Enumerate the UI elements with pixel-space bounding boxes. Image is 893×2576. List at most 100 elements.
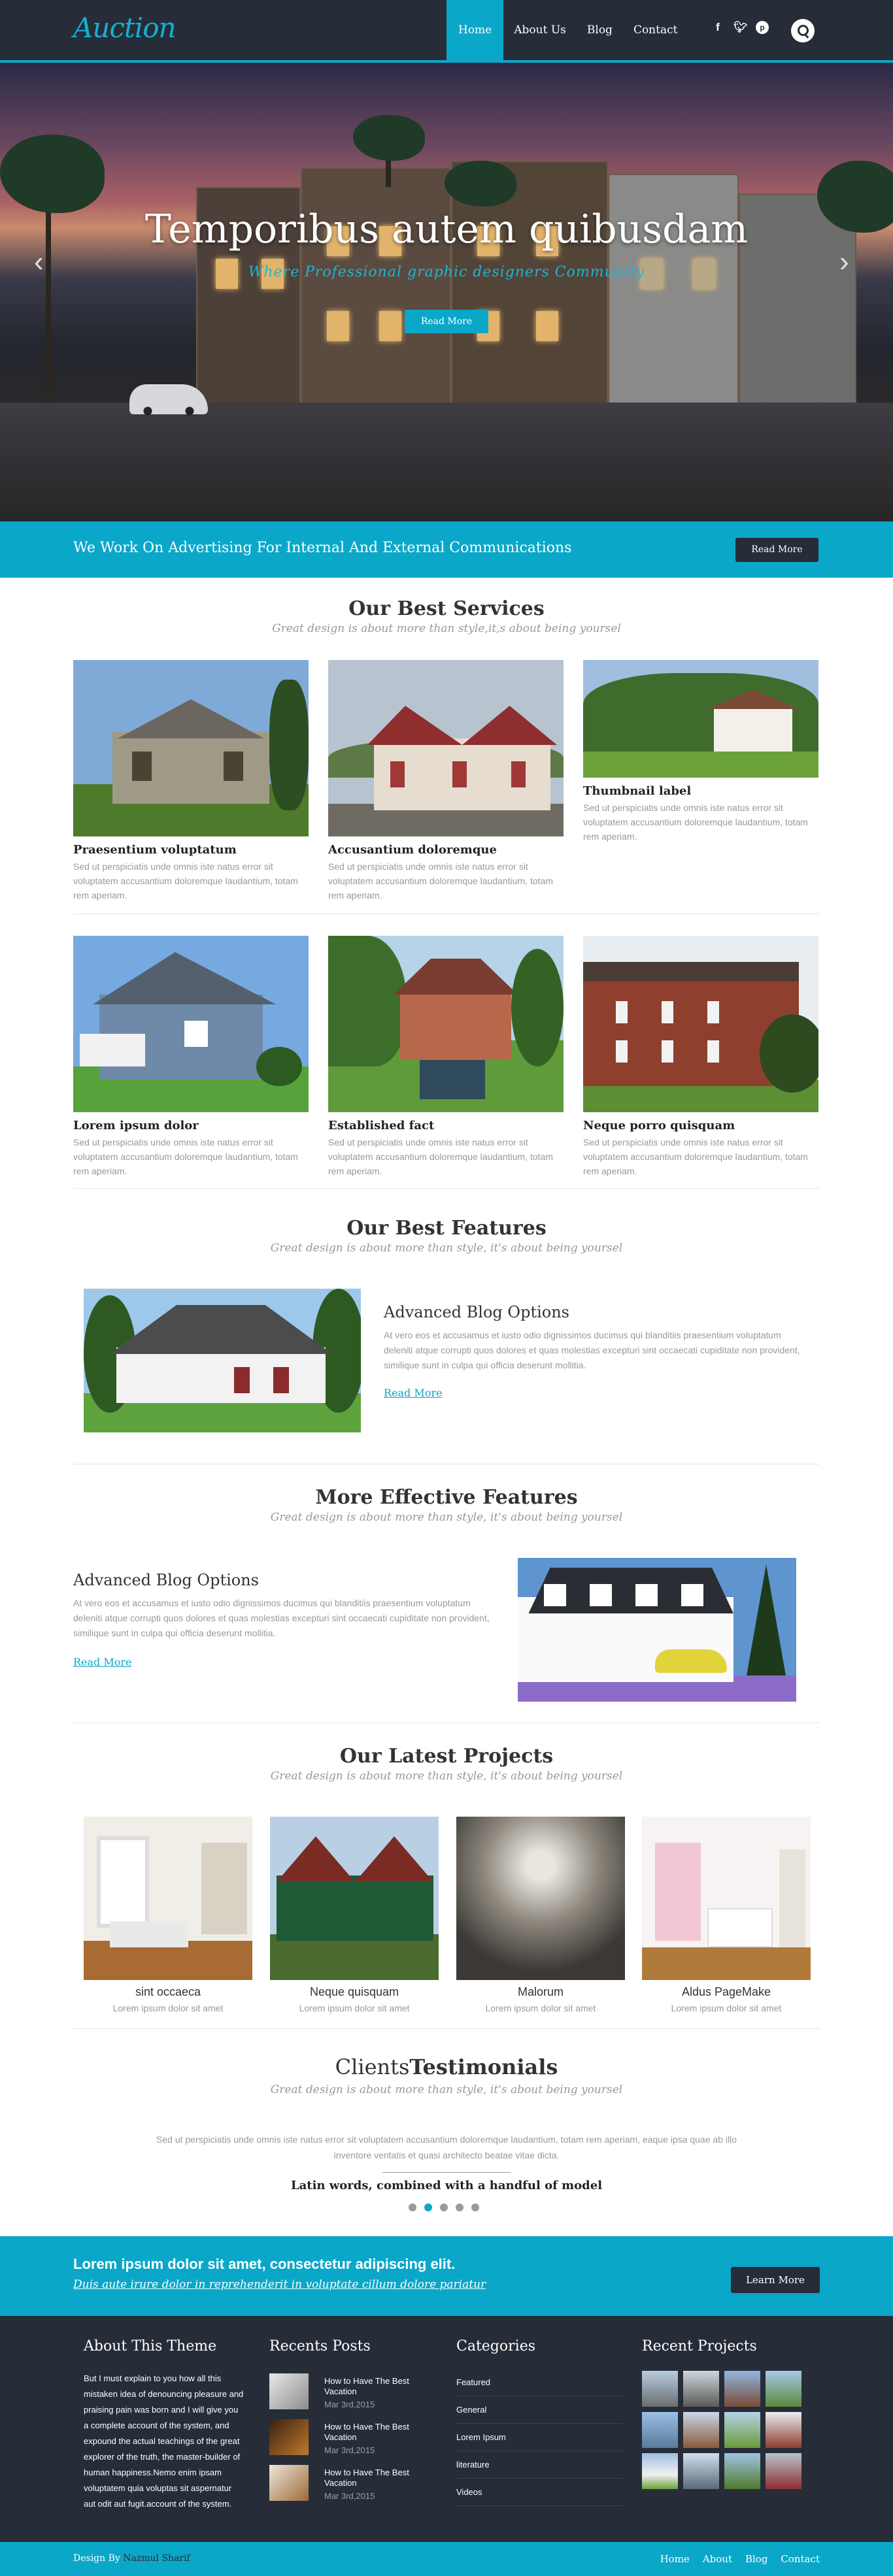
project-thumbnail[interactable] <box>642 2371 678 2407</box>
cta-read-more-button[interactable]: Read More <box>735 538 818 562</box>
effective-read-more-link[interactable]: Read More <box>73 1656 132 1668</box>
project-thumbnail[interactable] <box>683 2371 719 2407</box>
project-desc: Lorem ipsum dolor sit amet <box>112 2003 224 2013</box>
project-thumbnail[interactable] <box>642 2412 678 2448</box>
service-desc: Sed ut perspiciatis unde omnis iste natu… <box>328 861 553 900</box>
testimonials-subtitle: Great design is about more than style, i… <box>270 2083 623 2096</box>
hero-building <box>301 167 451 409</box>
carousel-dot[interactable] <box>409 2204 416 2211</box>
post-title[interactable]: How to Have The Best Vacation <box>324 2468 435 2488</box>
logo[interactable]: Auction <box>73 12 177 44</box>
project-thumbnail[interactable] <box>766 2453 801 2489</box>
hero-car <box>129 384 208 416</box>
facebook-icon[interactable]: f <box>711 21 724 34</box>
project-thumbnail[interactable] <box>724 2412 760 2448</box>
slider-prev-icon[interactable]: ‹ <box>34 246 54 278</box>
nav-home[interactable]: Home <box>446 0 504 60</box>
service-desc: Sed ut perspiciatis unde omnis iste natu… <box>328 1137 553 1176</box>
palm-tree <box>353 115 425 161</box>
divider <box>73 1188 820 1189</box>
slider-next-icon[interactable]: › <box>839 246 859 278</box>
recent-post[interactable]: How to Have The Best Vacation Mar 3rd,20… <box>269 2419 439 2458</box>
service-card[interactable]: Established fact Sed ut perspiciatis und… <box>328 936 564 1178</box>
footer-nav-home[interactable]: Home <box>660 2553 690 2565</box>
category-link[interactable]: Lorem Ipsum <box>456 2432 622 2451</box>
carousel-dot[interactable] <box>440 2204 448 2211</box>
project-card[interactable]: Aldus PageMake Lorem ipsum dolor sit ame… <box>642 1817 811 2013</box>
project-thumbnail[interactable] <box>766 2412 801 2448</box>
effective-title: More Effective Features <box>315 1486 578 1509</box>
hero-read-more-button[interactable]: Read More <box>405 310 488 333</box>
recent-projects-grid <box>642 2371 812 2489</box>
footer-nav: Home About Blog Contact <box>660 2553 820 2565</box>
service-title: Lorem ipsum dolor <box>73 1119 199 1132</box>
project-thumbnail[interactable] <box>724 2371 760 2407</box>
post-title[interactable]: How to Have The Best Vacation <box>324 2376 435 2397</box>
service-desc: Sed ut perspiciatis unde omnis iste natu… <box>583 802 808 842</box>
hero-title: Temporibus autem quibusdam <box>144 206 749 252</box>
recent-post[interactable]: How to Have The Best Vacation Mar 3rd,20… <box>269 2373 439 2413</box>
category-link[interactable]: General <box>456 2405 622 2424</box>
credit-name-link[interactable]: Nazmul Sharif <box>123 2553 190 2564</box>
carousel-dot[interactable] <box>471 2204 479 2211</box>
twitter-icon[interactable]: 🐦︎ <box>733 21 748 34</box>
nav-contact[interactable]: Contact <box>623 0 688 60</box>
learn-more-button[interactable]: Learn More <box>731 2267 820 2293</box>
service-title: Accusantium doloremque <box>328 843 497 857</box>
service-card[interactable]: Lorem ipsum dolor Sed ut perspiciatis un… <box>73 936 309 1178</box>
project-image <box>84 1817 252 1980</box>
project-desc: Lorem ipsum dolor sit amet <box>299 2003 410 2013</box>
service-card[interactable]: Thumbnail label Sed ut perspiciatis unde… <box>583 660 818 844</box>
footer-nav-about[interactable]: About <box>703 2553 732 2565</box>
main-nav: Home About Us Blog Contact <box>446 0 688 60</box>
testimonials-title: ClientsTestimonials <box>0 2055 893 2079</box>
project-desc: Lorem ipsum dolor sit amet <box>671 2003 782 2013</box>
service-image <box>328 936 564 1112</box>
footer-nav-blog[interactable]: Blog <box>745 2553 767 2565</box>
footer-categories-title: Categories <box>456 2338 535 2354</box>
projects-title: Our Latest Projects <box>339 1745 554 1768</box>
footer-about-text: But I must explain to you how all this m… <box>84 2373 244 2509</box>
footer-projects-title: Recent Projects <box>642 2338 757 2354</box>
pinterest-icon[interactable]: p <box>756 21 769 34</box>
services-title: Our Best Services <box>348 597 545 620</box>
category-link[interactable]: Featured <box>456 2377 622 2396</box>
header: Auction Home About Us Blog Contact f 🐦︎ … <box>0 0 893 63</box>
project-card[interactable]: Neque quisquam Lorem ipsum dolor sit ame… <box>270 1817 439 2013</box>
bottom-cta-heading: Lorem ipsum dolor sit amet, consectetur … <box>73 2256 456 2272</box>
carousel-dot[interactable] <box>424 2204 432 2211</box>
footer-nav-contact[interactable]: Contact <box>781 2553 820 2565</box>
feature-read-more-link[interactable]: Read More <box>384 1387 443 1399</box>
service-card[interactable]: Accusantium doloremque Sed ut perspiciat… <box>328 660 564 902</box>
bottom-cta-sublink[interactable]: Duis aute irure dolor in reprehenderit i… <box>73 2278 486 2291</box>
category-link[interactable]: Videos <box>456 2487 622 2506</box>
divider <box>73 2028 820 2029</box>
category-link[interactable]: literature <box>456 2460 622 2479</box>
project-thumbnail[interactable] <box>642 2453 678 2489</box>
recent-post[interactable]: How to Have The Best Vacation Mar 3rd,20… <box>269 2465 439 2504</box>
testimonial-divider <box>382 2172 511 2173</box>
nav-blog[interactable]: Blog <box>577 0 623 60</box>
service-card[interactable]: Neque porro quisquam Sed ut perspiciatis… <box>583 936 818 1178</box>
features-subtitle: Great design is about more than style, i… <box>270 1242 623 1255</box>
effective-image <box>518 1558 796 1702</box>
service-card[interactable]: Praesentium voluptatum Sed ut perspiciat… <box>73 660 309 902</box>
project-thumbnail[interactable] <box>766 2371 801 2407</box>
project-thumbnail[interactable] <box>724 2453 760 2489</box>
project-title: Neque quisquam <box>309 1985 399 1998</box>
post-date: Mar 3rd,2015 <box>324 2400 375 2409</box>
project-thumbnail[interactable] <box>683 2453 719 2489</box>
project-thumbnail[interactable] <box>683 2412 719 2448</box>
post-date: Mar 3rd,2015 <box>324 2445 375 2455</box>
feature-image <box>84 1289 361 1432</box>
project-card[interactable]: Malorum Lorem ipsum dolor sit amet <box>456 1817 625 2013</box>
effective-block-text: At vero eos et accusamus et iusto odio d… <box>73 1598 490 1638</box>
post-title[interactable]: How to Have The Best Vacation <box>324 2422 435 2443</box>
project-desc: Lorem ipsum dolor sit amet <box>485 2003 596 2013</box>
nav-about-us[interactable]: About Us <box>503 0 577 60</box>
project-title: sint occaeca <box>135 1985 201 1998</box>
feature-block-text: At vero eos et accusamus et iusto odio d… <box>384 1330 800 1370</box>
project-card[interactable]: sint occaeca Lorem ipsum dolor sit amet <box>84 1817 252 2013</box>
search-icon[interactable] <box>791 19 815 42</box>
carousel-dot[interactable] <box>456 2204 463 2211</box>
